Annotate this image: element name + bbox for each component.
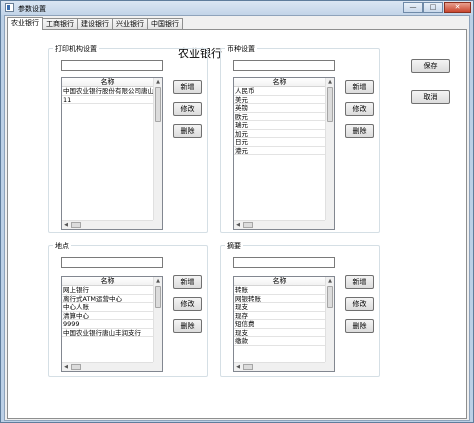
currency-delete-button[interactable]: 删除	[345, 124, 374, 138]
client-area: 农业银行 工商银行 建设银行 兴业银行 中国银行 农业银行 保存 取消 打印机构…	[4, 15, 470, 421]
scroll-left-icon[interactable]: ◀	[234, 363, 242, 371]
scroll-thumb[interactable]	[327, 286, 333, 308]
list-item[interactable]: 瑞元	[234, 121, 325, 130]
list-item[interactable]: 转账	[234, 286, 325, 295]
currency-group-label: 币种设置	[225, 44, 257, 54]
summary-group-label: 摘要	[225, 241, 243, 251]
summary-list-header[interactable]: 名称	[234, 277, 325, 286]
scroll-thumb[interactable]	[155, 286, 161, 308]
scroll-thumb[interactable]	[71, 222, 81, 228]
printer-add-button[interactable]: 新增	[173, 80, 202, 94]
list-item[interactable]: 现支	[234, 303, 325, 312]
cancel-button[interactable]: 取消	[411, 90, 450, 104]
list-item[interactable]: 缴款	[234, 337, 325, 346]
title-bar[interactable]: 参数设置 — □ ✕	[1, 1, 473, 15]
location-rows: 网上银行 离行式ATM运营中心 中心人账 清算中心 9999 中国农业银行唐山丰…	[62, 286, 153, 337]
scroll-thumb[interactable]	[243, 364, 253, 370]
list-item[interactable]: 离行式ATM运营中心	[62, 295, 153, 303]
summary-list[interactable]: 名称 转账 网银转账 现支 现存 短信费 现支 缴款 ▲ ◀	[233, 276, 335, 372]
horizontal-scrollbar[interactable]: ◀	[62, 362, 153, 371]
summary-rows: 转账 网银转账 现支 现存 短信费 现支 缴款	[234, 286, 325, 346]
list-item[interactable]: 欧元	[234, 113, 325, 121]
list-item[interactable]: 短信费	[234, 320, 325, 329]
printer-edit-button[interactable]: 修改	[173, 102, 202, 116]
scroll-thumb[interactable]	[155, 87, 161, 122]
tab-page: 农业银行 保存 取消 打印机构设置 名称 中国农业银行股份有限公司唐山 11 ▲…	[7, 29, 467, 419]
scroll-thumb[interactable]	[71, 364, 81, 370]
minimize-button[interactable]: —	[403, 2, 423, 13]
list-item[interactable]: 日元	[234, 138, 325, 147]
close-button[interactable]: ✕	[444, 2, 471, 13]
list-item[interactable]: 现支	[234, 329, 325, 337]
list-item[interactable]: 英镑	[234, 104, 325, 113]
horizontal-scrollbar[interactable]: ◀	[234, 220, 325, 229]
currency-input[interactable]	[233, 60, 335, 71]
currency-rows: 人民币 美元 英镑 欧元 瑞元 加元 日元 港元	[234, 87, 325, 155]
vertical-scrollbar[interactable]: ▲	[325, 277, 334, 362]
save-button[interactable]: 保存	[411, 59, 450, 73]
scroll-up-icon[interactable]: ▲	[154, 277, 162, 285]
printer-group-label: 打印机构设置	[53, 44, 99, 54]
scroll-left-icon[interactable]: ◀	[62, 221, 70, 229]
vertical-scrollbar[interactable]: ▲	[325, 78, 334, 220]
scroll-thumb[interactable]	[243, 222, 253, 228]
scroll-left-icon[interactable]: ◀	[234, 221, 242, 229]
location-edit-button[interactable]: 修改	[173, 297, 202, 311]
printer-input[interactable]	[61, 60, 163, 71]
list-item[interactable]: 中心人账	[62, 303, 153, 312]
maximize-button[interactable]: □	[423, 2, 443, 13]
list-item[interactable]: 11	[62, 96, 153, 104]
scroll-corner	[153, 220, 162, 229]
settings-window: 参数设置 — □ ✕ 农业银行 工商银行 建设银行 兴业银行 中国银行 农业银行…	[0, 0, 474, 423]
app-icon	[5, 3, 14, 12]
horizontal-scrollbar[interactable]: ◀	[62, 220, 153, 229]
printer-delete-button[interactable]: 删除	[173, 124, 202, 138]
scroll-corner	[325, 362, 334, 371]
currency-add-button[interactable]: 新增	[345, 80, 374, 94]
location-input[interactable]	[61, 257, 163, 268]
list-item[interactable]: 人民币	[234, 87, 325, 96]
list-item[interactable]: 清算中心	[62, 312, 153, 320]
list-item[interactable]: 网上银行	[62, 286, 153, 295]
currency-list-header[interactable]: 名称	[234, 78, 325, 87]
printer-rows: 中国农业银行股份有限公司唐山 11	[62, 87, 153, 104]
printer-list-header[interactable]: 名称	[62, 78, 153, 87]
scroll-corner	[325, 220, 334, 229]
list-item[interactable]: 美元	[234, 96, 325, 104]
list-item[interactable]: 中国农业银行唐山丰润支行	[62, 329, 153, 337]
vertical-scrollbar[interactable]: ▲	[153, 78, 162, 220]
list-item[interactable]: 网银转账	[234, 295, 325, 303]
list-item[interactable]: 9999	[62, 320, 153, 329]
window-title: 参数设置	[18, 5, 46, 13]
summary-add-button[interactable]: 新增	[345, 275, 374, 289]
location-delete-button[interactable]: 删除	[173, 319, 202, 333]
summary-delete-button[interactable]: 删除	[345, 319, 374, 333]
list-item[interactable]: 现存	[234, 312, 325, 320]
scroll-up-icon[interactable]: ▲	[326, 78, 334, 86]
vertical-scrollbar[interactable]: ▲	[153, 277, 162, 362]
printer-group: 打印机构设置 名称 中国农业银行股份有限公司唐山 11 ▲ ◀ 新增 修改 删除	[48, 44, 208, 233]
summary-input[interactable]	[233, 257, 335, 268]
scroll-thumb[interactable]	[327, 87, 333, 122]
scroll-up-icon[interactable]: ▲	[326, 277, 334, 285]
list-item[interactable]: 加元	[234, 130, 325, 138]
tab-abc[interactable]: 农业银行	[7, 17, 43, 30]
scroll-up-icon[interactable]: ▲	[154, 78, 162, 86]
location-group-label: 地点	[53, 241, 71, 251]
location-add-button[interactable]: 新增	[173, 275, 202, 289]
scroll-corner	[153, 362, 162, 371]
location-list-header[interactable]: 名称	[62, 277, 153, 286]
currency-list[interactable]: 名称 人民币 美元 英镑 欧元 瑞元 加元 日元 港元 ▲ ◀	[233, 77, 335, 230]
scroll-left-icon[interactable]: ◀	[62, 363, 70, 371]
currency-edit-button[interactable]: 修改	[345, 102, 374, 116]
horizontal-scrollbar[interactable]: ◀	[234, 362, 325, 371]
currency-group: 币种设置 名称 人民币 美元 英镑 欧元 瑞元 加元 日元 港元 ▲ ◀ 新增 …	[220, 44, 380, 233]
list-item[interactable]: 港元	[234, 147, 325, 155]
location-list[interactable]: 名称 网上银行 离行式ATM运营中心 中心人账 清算中心 9999 中国农业银行…	[61, 276, 163, 372]
summary-group: 摘要 名称 转账 网银转账 现支 现存 短信费 现支 缴款 ▲ ◀ 新增 修改 …	[220, 241, 380, 377]
location-group: 地点 名称 网上银行 离行式ATM运营中心 中心人账 清算中心 9999 中国农…	[48, 241, 208, 377]
printer-list[interactable]: 名称 中国农业银行股份有限公司唐山 11 ▲ ◀	[61, 77, 163, 230]
list-item[interactable]: 中国农业银行股份有限公司唐山	[62, 87, 153, 96]
summary-edit-button[interactable]: 修改	[345, 297, 374, 311]
